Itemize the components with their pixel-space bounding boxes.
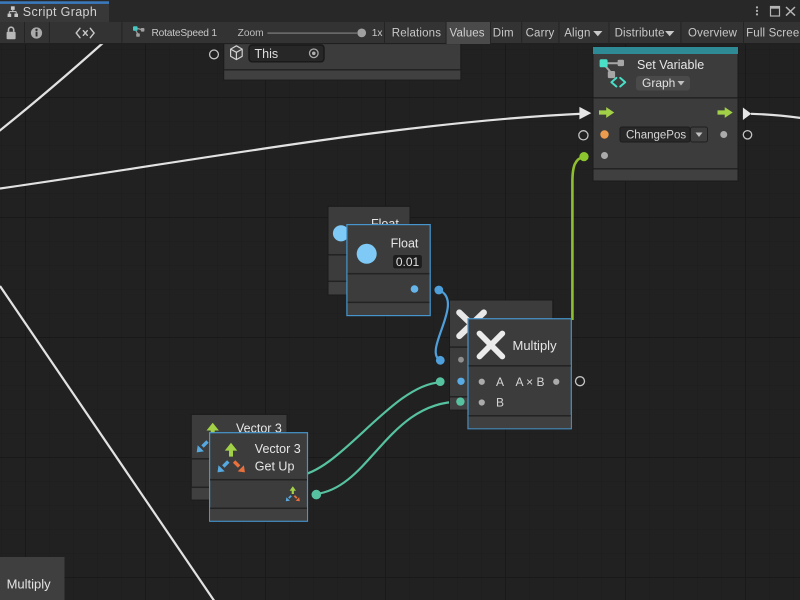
svg-text:RotateSpeed 1: RotateSpeed 1 <box>152 28 218 39</box>
svg-text:Dim: Dim <box>493 27 514 39</box>
svg-text:Float: Float <box>391 237 419 251</box>
svg-text:Multiply: Multiply <box>513 338 558 353</box>
svg-text:Graph: Graph <box>642 76 675 90</box>
svg-text:This: This <box>255 47 279 61</box>
svg-text:B: B <box>496 396 504 410</box>
svg-text:Get Up: Get Up <box>255 460 295 474</box>
svg-text:Relations: Relations <box>392 27 441 39</box>
svg-text:Overview: Overview <box>688 27 738 39</box>
svg-text:Full Screen: Full Screen <box>746 27 800 39</box>
svg-text:Multiply: Multiply <box>7 577 52 592</box>
svg-text:A × B: A × B <box>515 375 544 389</box>
svg-text:Align: Align <box>564 27 590 39</box>
svg-text:Vector 3: Vector 3 <box>255 442 301 456</box>
svg-text:Set Variable: Set Variable <box>637 58 704 72</box>
svg-text:Distribute: Distribute <box>615 27 665 39</box>
svg-text:Script Graph: Script Graph <box>23 5 97 19</box>
svg-text:A: A <box>496 375 504 389</box>
svg-text:ChangePos: ChangePos <box>626 130 686 142</box>
svg-text:1x: 1x <box>372 28 383 39</box>
svg-text:0.01: 0.01 <box>396 255 420 269</box>
svg-text:Zoom: Zoom <box>238 28 264 39</box>
svg-text:Carry: Carry <box>526 27 555 39</box>
svg-text:Values: Values <box>450 27 485 39</box>
